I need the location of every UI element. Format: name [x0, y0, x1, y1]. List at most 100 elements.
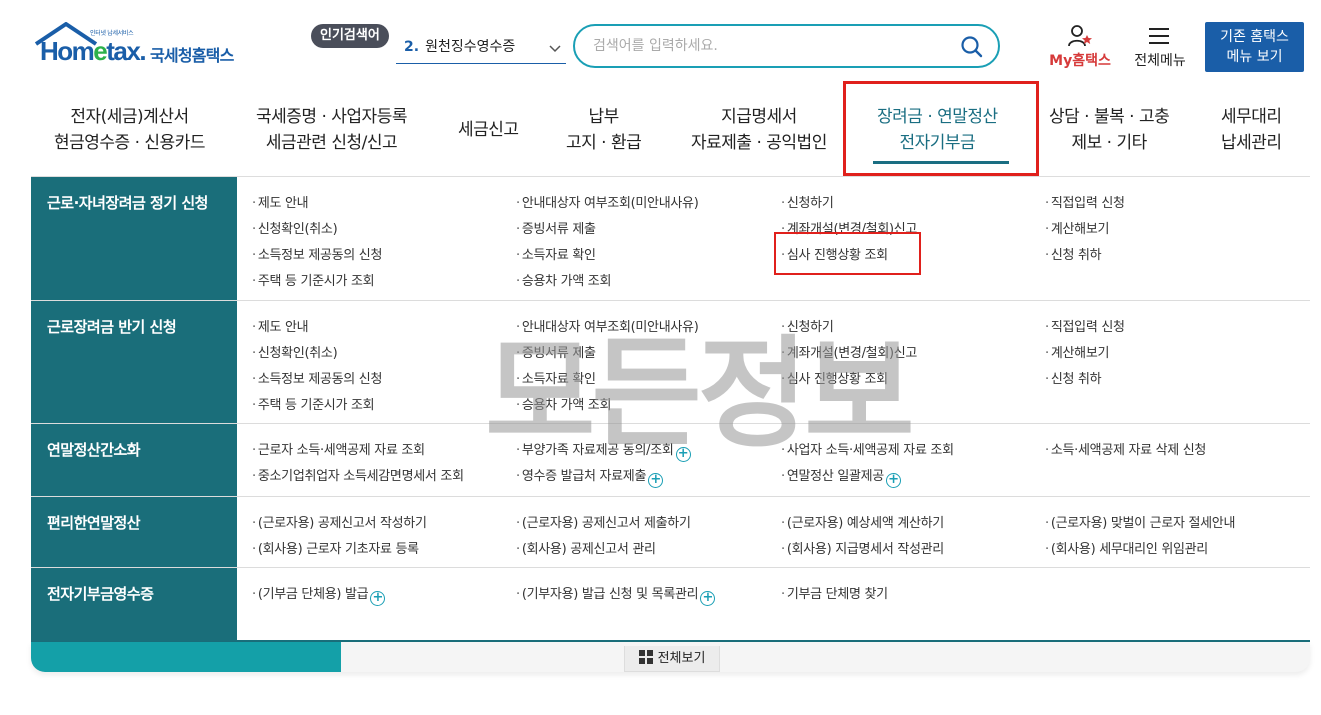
nav-item-consult[interactable]: 상담 · 불복 · 고충 제보 · 기타: [1049, 104, 1170, 156]
submenu-link[interactable]: 주택 등 기준시가 조회: [252, 270, 375, 289]
hamburger-icon: [1149, 28, 1169, 49]
submenu-link[interactable]: 영수증 발급처 자료제출+: [516, 465, 664, 488]
nav-label: 장려금 · 연말정산: [877, 107, 998, 127]
nav-label: 자료제출 · 공익법인: [691, 133, 827, 153]
submenu-link[interactable]: (근로자용) 예상세액 계산하기: [781, 512, 944, 531]
submenu-link-text: (기부금 단체용) 발급: [257, 587, 369, 602]
submenu-link[interactable]: (회사용) 세무대리인 위임관리: [1045, 538, 1208, 557]
submenu-link[interactable]: 신청하기: [781, 192, 834, 211]
submenu-link[interactable]: (근로자용) 공제신고서 작성하기: [252, 512, 427, 531]
search-input[interactable]: [593, 36, 933, 56]
submenu-link[interactable]: 직접입력 신청: [1045, 192, 1125, 211]
submenu-link[interactable]: 증빙서류 제출: [516, 342, 596, 361]
plus-circle-icon[interactable]: +: [675, 447, 691, 462]
nav-label: 납부: [588, 107, 620, 127]
nav-item-payment[interactable]: 납부 고지 · 환급: [566, 104, 642, 156]
nav-item-certificate[interactable]: 국세증명 · 사업자등록 세금관련 신청/신고: [256, 104, 407, 156]
submenu-link[interactable]: 신청확인(취소): [252, 342, 338, 361]
submenu-link[interactable]: 신청하기: [781, 316, 834, 335]
search-icon[interactable]: [960, 35, 984, 59]
old-home-line1: 기존 홈택스: [1220, 29, 1289, 45]
submenu-link[interactable]: 부양가족 자료제공 동의/조회+: [516, 439, 691, 462]
submenu-link[interactable]: 안내대상자 여부조회(미안내사유): [516, 316, 699, 335]
submenu-link-text: 영수증 발급처 자료제출: [521, 469, 647, 484]
plus-circle-icon[interactable]: +: [648, 473, 664, 488]
nav-item-tax-agent[interactable]: 세무대리 납세관리: [1221, 104, 1282, 156]
submenu-link[interactable]: 주택 등 기준시가 조회: [252, 394, 375, 413]
section-e-donation-receipt: 전자기부금영수증 (기부금 단체용) 발급+ (기부자용) 발급 신청 및 목록…: [31, 568, 1310, 641]
submenu-link[interactable]: 소득자료 확인: [516, 244, 596, 263]
nav-item-payment-statement[interactable]: 지급명세서 자료제출 · 공익법인: [691, 104, 827, 156]
nav-label: 현금영수증 · 신용카드: [54, 133, 205, 153]
logo-korean-name: 국세청홈택스: [150, 46, 234, 65]
submenu-link[interactable]: 신청 취하: [1045, 368, 1102, 387]
submenu-link[interactable]: 근로자 소득·세액공제 자료 조회: [252, 439, 425, 458]
submenu-link-text: 부양가족 자료제공 동의/조회: [521, 443, 674, 458]
submenu-link[interactable]: (회사용) 지급명세서 작성관리: [781, 538, 944, 557]
submenu-link[interactable]: 신청확인(취소): [252, 218, 338, 237]
submenu-link[interactable]: 신청 취하: [1045, 244, 1102, 263]
popular-term: 원천징수영수증: [425, 39, 516, 55]
section-convenient-yearend: 편리한연말정산 (근로자용) 공제신고서 작성하기 (근로자용) 공제신고서 제…: [31, 497, 1310, 568]
view-all-button[interactable]: 전체보기: [624, 646, 720, 672]
section-title: 연말정산간소화: [47, 441, 141, 459]
old-hometax-menu-button[interactable]: 기존 홈택스 메뉴 보기: [1205, 22, 1304, 72]
all-menu-button[interactable]: 전체메뉴: [1128, 24, 1192, 69]
nav-label: 납세관리: [1221, 133, 1282, 153]
submenu-link[interactable]: (회사용) 근로자 기초자료 등록: [252, 538, 419, 557]
submenu-link[interactable]: 계산해보기: [1045, 342, 1110, 361]
submenu-link[interactable]: 직접입력 신청: [1045, 316, 1125, 335]
submenu-link[interactable]: 증빙서류 제출: [516, 218, 596, 237]
submenu-link[interactable]: 기부금 단체명 찾기: [781, 583, 888, 602]
submenu-link[interactable]: (기부자용) 발급 신청 및 목록관리+: [516, 583, 716, 606]
plus-circle-icon[interactable]: +: [885, 473, 901, 488]
nav-label: 제보 · 기타: [1071, 133, 1147, 153]
submenu-link[interactable]: (회사용) 공제신고서 관리: [516, 538, 656, 557]
nav-label: 지급명세서: [721, 107, 797, 127]
nav-item-tax-return[interactable]: 세금신고: [458, 117, 519, 143]
submenu-link[interactable]: 승용차 가액 조회: [516, 394, 612, 413]
grid-icon: [638, 650, 653, 664]
section-title: 편리한연말정산: [47, 514, 141, 532]
plus-circle-icon[interactable]: +: [370, 591, 386, 606]
submenu-link[interactable]: (근로자용) 공제신고서 제출하기: [516, 512, 691, 531]
plus-circle-icon[interactable]: +: [700, 591, 716, 606]
submenu-link[interactable]: 소득정보 제공동의 신청: [252, 368, 383, 387]
submenu-link[interactable]: 제도 안내: [252, 316, 309, 335]
nav-item-incentive-yearend[interactable]: 장려금 · 연말정산 전자기부금: [877, 104, 998, 156]
submenu-link-text: (기부자용) 발급 신청 및 목록관리: [521, 587, 699, 602]
submenu-link[interactable]: 중소기업취업자 소득세감면명세서 조회: [252, 465, 464, 484]
my-hometax-button[interactable]: My홈택스: [1045, 24, 1115, 69]
submenu-link[interactable]: (기부금 단체용) 발급+: [252, 583, 386, 606]
submenu-panel: 근로·자녀장려금 정기 신청 제도 안내 안내대상자 여부조회(미안내사유) 신…: [31, 176, 1310, 641]
old-home-line2: 메뉴 보기: [1226, 49, 1283, 65]
submenu-link[interactable]: 심사 진행상황 조회: [781, 368, 888, 387]
submenu-link[interactable]: 연말정산 일괄제공+: [781, 465, 901, 488]
submenu-link[interactable]: 계산해보기: [1045, 218, 1110, 237]
my-hometax-label: My홈택스: [1049, 53, 1111, 69]
submenu-link[interactable]: 소득자료 확인: [516, 368, 596, 387]
all-menu-label: 전체메뉴: [1134, 53, 1186, 69]
submenu-link[interactable]: 소득정보 제공동의 신청: [252, 244, 383, 263]
section-title: 근로·자녀장려금 정기 신청: [47, 194, 208, 212]
nav-item-e-invoice[interactable]: 전자(세금)계산서 현금영수증 · 신용카드: [54, 104, 205, 156]
view-all-label: 전체보기: [657, 651, 706, 666]
search-box: [573, 24, 1000, 68]
nav-label: 세무대리: [1221, 107, 1282, 127]
submenu-link[interactable]: 안내대상자 여부조회(미안내사유): [516, 192, 699, 211]
section-semiannual-incentive: 근로장려금 반기 신청 제도 안내 안내대상자 여부조회(미안내사유) 신청하기…: [31, 301, 1310, 424]
section-title: 근로장려금 반기 신청: [47, 318, 177, 336]
nav-label: 국세증명 · 사업자등록: [256, 107, 407, 127]
submenu-link[interactable]: 소득·세액공제 자료 삭제 신청: [1045, 439, 1207, 458]
submenu-link[interactable]: 제도 안내: [252, 192, 309, 211]
hometax-logo[interactable]: 인터넷 납세서비스 Hometax. 국세청홈택스: [34, 22, 249, 72]
user-star-icon: [1068, 25, 1092, 47]
submenu-link[interactable]: 승용차 가액 조회: [516, 270, 612, 289]
submenu-link[interactable]: (근로자용) 맞벌이 근로자 절세안내: [1045, 512, 1236, 531]
popular-search-select[interactable]: 2. 원천징수영수증: [396, 34, 566, 64]
popular-rank: 2.: [404, 39, 420, 55]
logo-brand: Hometax.: [40, 36, 147, 66]
submenu-link[interactable]: 사업자 소득·세액공제 자료 조회: [781, 439, 954, 458]
submenu-link[interactable]: 계좌개설(변경/철회)신고: [781, 342, 918, 361]
section-yearend-simplified: 연말정산간소화 근로자 소득·세액공제 자료 조회 부양가족 자료제공 동의/조…: [31, 424, 1310, 497]
